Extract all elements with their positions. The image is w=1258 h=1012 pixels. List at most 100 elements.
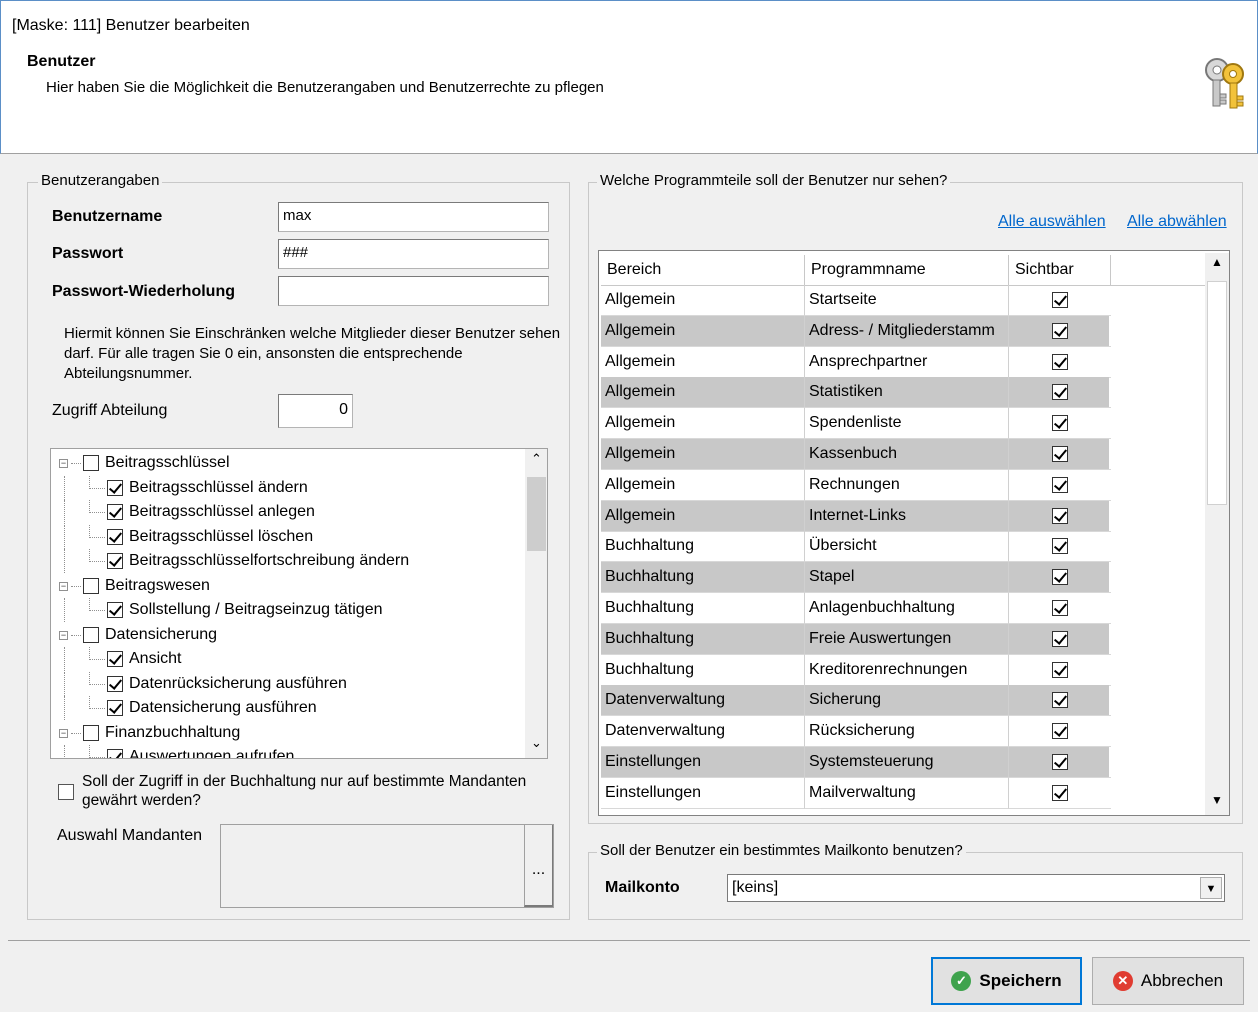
tree-checkbox[interactable] xyxy=(107,675,123,692)
deselect-all-link[interactable]: Alle abwählen xyxy=(1127,213,1227,231)
visible-checkbox[interactable] xyxy=(1052,446,1068,462)
tree-item[interactable]: Beitragsschlüssel anlegen xyxy=(129,500,315,524)
tree-connector xyxy=(89,536,105,538)
column-header-program[interactable]: Programmname xyxy=(805,255,1009,285)
tree-item[interactable]: Finanzbuchhaltung xyxy=(105,721,240,745)
tree-connector xyxy=(64,475,65,500)
tree-checkbox[interactable] xyxy=(107,700,123,716)
table-row[interactable]: Buchhaltung Kreditorenrechnungen xyxy=(601,654,1111,686)
visible-checkbox[interactable] xyxy=(1052,384,1068,401)
tree-item[interactable]: Beitragsschlüssel löschen xyxy=(129,525,313,549)
visible-checkbox[interactable] xyxy=(1052,630,1068,647)
scroll-up-icon[interactable]: ⌃ xyxy=(525,451,547,471)
table-row[interactable]: Allgemein Internet-Links xyxy=(601,500,1111,532)
visible-checkbox[interactable] xyxy=(1052,292,1068,308)
mandant-list[interactable] xyxy=(220,824,554,908)
department-note: Hiermit können Sie Einschränken welche M… xyxy=(64,325,561,382)
table-row[interactable]: Datenverwaltung Rücksicherung xyxy=(601,716,1111,748)
tree-checkbox[interactable] xyxy=(107,479,123,496)
tree-item[interactable]: Datensicherung ausführen xyxy=(129,696,317,720)
tree-item[interactable]: Beitragsschlüsselfortschreibung ändern xyxy=(129,549,409,573)
tree-item[interactable]: Datenrücksicherung ausführen xyxy=(129,672,347,696)
table-row[interactable]: Allgemein Ansprechpartner xyxy=(601,346,1111,378)
tree-connector xyxy=(64,500,65,524)
visible-checkbox[interactable] xyxy=(1052,415,1068,432)
select-all-link[interactable]: Alle auswählen xyxy=(998,213,1106,231)
scroll-down-icon[interactable]: ⌄ xyxy=(525,735,547,755)
table-row[interactable]: Allgemein Statistiken xyxy=(601,377,1111,409)
tree-collapse-icon[interactable]: − xyxy=(59,581,68,591)
area-cell: Allgemein xyxy=(601,469,805,501)
program-cell: Ansprechpartner xyxy=(805,346,1009,378)
grid-scroll-up-icon[interactable]: ▲ xyxy=(1205,255,1229,277)
mandant-restrict-checkbox[interactable] xyxy=(58,784,74,800)
grid-scrollbar[interactable]: ▲ ▼ xyxy=(1205,253,1229,815)
visible-checkbox[interactable] xyxy=(1052,507,1068,524)
visible-cell xyxy=(1009,501,1111,532)
table-row[interactable]: Allgemein Rechnungen xyxy=(601,469,1111,501)
visible-checkbox[interactable] xyxy=(1052,754,1068,770)
column-header-area[interactable]: Bereich xyxy=(601,255,805,285)
tree-checkbox[interactable] xyxy=(83,455,99,471)
tree-collapse-icon[interactable]: − xyxy=(59,630,68,640)
chevron-down-icon[interactable]: ▼ xyxy=(1200,877,1222,899)
cancel-button[interactable]: ✕ Abbrechen xyxy=(1092,957,1244,1005)
visible-checkbox[interactable] xyxy=(1052,322,1068,339)
visible-checkbox[interactable] xyxy=(1052,476,1068,493)
grid-scroll-down-icon[interactable]: ▼ xyxy=(1205,793,1229,815)
tree-item[interactable]: Beitragsschlüssel ändern xyxy=(129,476,308,500)
visible-checkbox[interactable] xyxy=(1052,692,1068,709)
table-row[interactable]: Allgemein Spendenliste xyxy=(601,408,1111,440)
tree-scrollbar[interactable]: ⌃ ⌄ xyxy=(525,449,547,758)
tree-item[interactable]: Ansicht xyxy=(129,647,181,671)
table-row[interactable]: Datenverwaltung Sicherung xyxy=(601,685,1111,717)
table-row[interactable]: Buchhaltung Freie Auswertungen xyxy=(601,623,1111,655)
scroll-thumb[interactable] xyxy=(527,477,546,551)
table-row[interactable]: Buchhaltung Stapel xyxy=(601,562,1111,594)
tree-checkbox[interactable] xyxy=(107,602,123,618)
tree-checkbox[interactable] xyxy=(107,553,123,569)
tree-checkbox[interactable] xyxy=(83,577,99,594)
mail-account-select[interactable]: [keins] ▼ xyxy=(727,874,1225,902)
visible-checkbox[interactable] xyxy=(1052,353,1068,370)
tree-item[interactable]: Beitragswesen xyxy=(105,574,210,598)
visible-checkbox[interactable] xyxy=(1052,569,1068,586)
tree-collapse-icon[interactable]: − xyxy=(59,728,68,738)
tree-checkbox[interactable] xyxy=(107,528,123,545)
table-row[interactable]: Buchhaltung Anlagenbuchhaltung xyxy=(601,593,1111,624)
program-cell: Mailverwaltung xyxy=(805,777,1009,809)
tree-connector xyxy=(89,487,105,489)
table-row[interactable]: Allgemein Startseite xyxy=(601,285,1111,316)
password-repeat-input[interactable] xyxy=(278,276,549,306)
program-cell: Übersicht xyxy=(805,531,1009,563)
visible-checkbox[interactable] xyxy=(1052,784,1068,801)
table-row[interactable]: Allgemein Kassenbuch xyxy=(601,439,1111,470)
tree-item[interactable]: Beitragsschlüssel xyxy=(105,451,230,475)
tree-checkbox[interactable] xyxy=(107,651,123,667)
programs-grid[interactable]: Bereich Programmname Sichtbar Allgemein … xyxy=(598,250,1230,816)
table-row[interactable]: Einstellungen Systemsteuerung xyxy=(601,747,1111,778)
table-row[interactable]: Buchhaltung Übersicht xyxy=(601,531,1111,563)
permissions-tree[interactable]: ⌃ ⌄ − Beitragsschlüssel Beitragsschlüssel … xyxy=(50,448,548,759)
table-row[interactable]: Einstellungen Mailverwaltung xyxy=(601,777,1111,809)
visible-checkbox[interactable] xyxy=(1052,723,1068,740)
column-header-visible[interactable]: Sichtbar xyxy=(1009,255,1111,285)
tree-checkbox[interactable] xyxy=(83,626,99,643)
tree-collapse-icon[interactable]: − xyxy=(59,459,68,468)
table-row[interactable]: Allgemein Adress- / Mitgliederstamm xyxy=(601,315,1111,347)
tree-checkbox[interactable] xyxy=(83,724,99,741)
password-input[interactable]: ### xyxy=(278,239,549,269)
save-button[interactable]: ✓ Speichern xyxy=(931,957,1082,1005)
tree-item[interactable]: Sollstellung / Beitragseinzug tätigen xyxy=(129,598,383,622)
visible-checkbox[interactable] xyxy=(1052,538,1068,555)
department-input[interactable]: 0 xyxy=(278,394,353,428)
mandant-browse-button[interactable]: ... xyxy=(524,825,553,907)
visible-checkbox[interactable] xyxy=(1052,661,1068,678)
visible-checkbox[interactable] xyxy=(1052,600,1068,616)
tree-item[interactable]: Auswertungen aufrufen xyxy=(129,745,294,758)
username-input[interactable]: max xyxy=(278,202,549,232)
tree-item[interactable]: Datensicherung xyxy=(105,623,217,647)
grid-scroll-thumb[interactable] xyxy=(1207,281,1227,505)
tree-checkbox[interactable] xyxy=(107,749,123,758)
tree-checkbox[interactable] xyxy=(107,504,123,520)
